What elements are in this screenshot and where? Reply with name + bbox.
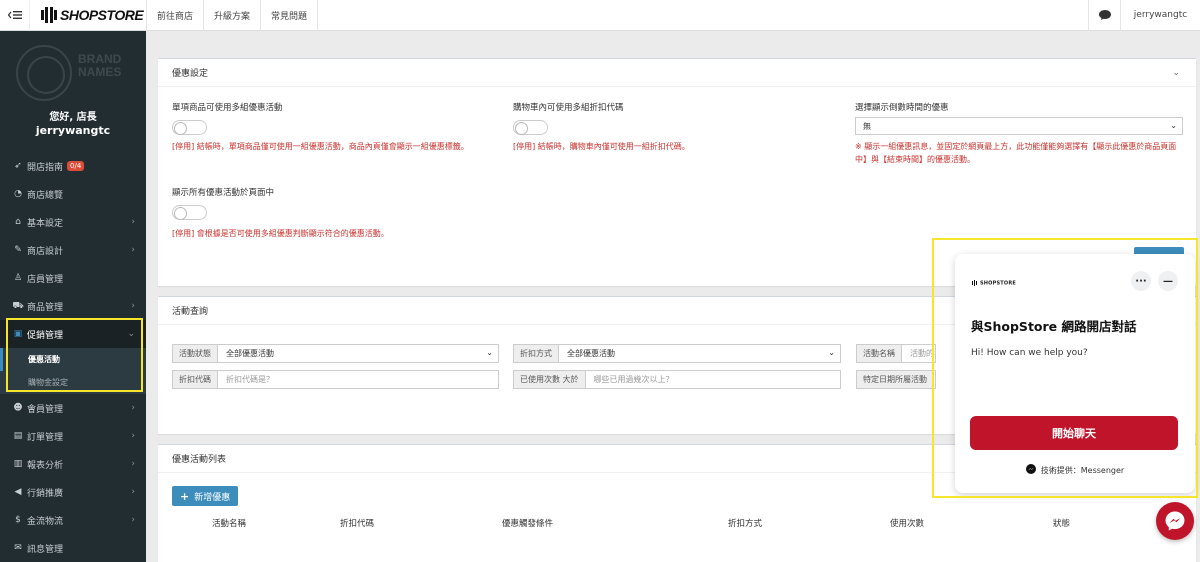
column-header-method[interactable]: 折扣方式 [728,517,762,529]
chevron-down-icon[interactable]: ⌄ [1172,68,1180,78]
activity-name-input[interactable]: 活動名稱 活動的名稱 [856,344,936,363]
discount-method-select[interactable]: 折扣方式 全部優惠活動 ⌄ [513,344,841,363]
order-icon: ▤ [13,431,23,441]
chevron-right-icon: › [131,301,135,311]
promo-settings-panel: 優惠設定 ⌄ [158,58,1196,286]
column-header-status[interactable]: 狀態 [1053,517,1070,529]
sidebar-item-promotions[interactable]: ▣ 促銷管理 ⌄ [0,320,146,348]
countdown-select[interactable]: 無 ⌄ [855,117,1183,135]
dashboard-icon: ◔ [14,189,22,199]
chevron-right-icon: › [131,217,135,227]
top-user-menu[interactable]: jerrywangtc [1120,0,1200,31]
sidebar-item-members[interactable]: ☻ 會員管理 › [0,394,146,422]
multi-promo-note: [停用] 結帳時，單項商品僅可使用一組優惠活動，商品內頁僅會顯示一組優惠標籤。 [172,142,469,151]
activity-status-select[interactable]: 活動狀態 全部優惠活動 ⌄ [172,344,499,363]
sidebar-username: jerrywangtc [35,124,111,137]
comment-icon[interactable] [1088,0,1120,31]
menu-collapse-icon[interactable] [0,0,30,31]
chat-title: 與ShopStore 網路開店對話 [971,319,1137,334]
chevron-down-icon: ⌄ [1170,121,1177,130]
bank-icon: ⌂ [15,217,21,227]
chevron-down-icon: ⌄ [828,348,835,357]
gift-icon: ▣ [13,329,23,339]
sidebar-item-payment-logistics[interactable]: $ 金流物流 › [0,506,146,534]
chevron-down-icon: ⌄ [127,329,135,339]
chat-brand-logo: SHOPSTORE [972,280,1016,287]
top-navbar: SHOPSTORE 前往商店 升級方案 常見問題 jerrywangtc [0,0,1200,31]
messenger-icon [1025,464,1036,476]
chevron-right-icon: › [131,245,135,255]
sidebar-subitem-promotions[interactable]: 優惠活動 [0,348,146,371]
sidebar-greeting: 您好, 店長 [49,112,97,123]
show-all-note: [停用] 會根據是否可使用多組優惠判斷顯示符合的優惠活動。 [172,229,389,238]
plus-icon: + [180,489,190,503]
chevron-right-icon: › [131,459,135,469]
sidebar-item-overview[interactable]: ◔ 商店總覽 [0,180,146,208]
chevron-right-icon: › [131,515,135,525]
minimize-icon[interactable]: — [1158,271,1178,291]
users-icon: ☻ [13,403,23,413]
start-chat-button[interactable]: 開始聊天 [970,416,1178,450]
column-header-trigger[interactable]: 優惠觸發條件 [502,517,553,529]
progress-badge: 0/4 [67,161,85,171]
used-count-input[interactable]: 已使用次數 大於 哪些已用過幾次以上？ [513,370,841,389]
shopstore-logo-mark-icon [40,6,58,24]
more-options-icon[interactable]: ··· [1131,271,1151,291]
multi-code-label: 購物車內可使用多組折扣代碼 [513,103,624,113]
countdown-label: 選擇顯示倒數時間的優惠 [855,103,949,113]
multi-code-toggle[interactable] [513,120,548,135]
dollar-icon: $ [15,515,21,525]
date-filter-input[interactable]: 特定日期所屬活動 年 [856,370,936,389]
multi-promo-label: 單項商品可使用多組優惠活動 [172,103,283,113]
logo-text: SHOPSTORE [60,7,144,23]
add-promo-button[interactable]: + 新增優惠 [172,486,239,506]
cart-icon: ⛟ [12,300,24,311]
nav-go-to-store[interactable]: 前往商店 [147,0,205,31]
sidebar-item-staff[interactable]: ♙ 店員管理 [0,264,146,292]
chevron-right-icon: › [131,431,135,441]
brand-logo-text: BRAND NAMES [78,52,122,79]
sidebar-item-store-guide[interactable]: ➶ 開店指南 0/4 [0,152,146,180]
countdown-note: ※ 顯示一組優惠訊息，並固定於網頁最上方，此功能僅能夠選擇有【顯示此優惠於商品頁… [855,142,1177,164]
messenger-chat-widget: SHOPSTORE ··· — 與ShopStore 網路開店對話 Hi! Ho… [955,254,1195,493]
multi-promo-toggle[interactable] [172,120,207,135]
sidebar-item-orders[interactable]: ▤ 訂單管理 › [0,422,146,450]
comments-icon: ✉ [14,543,22,553]
chevron-right-icon: › [131,487,135,497]
messenger-fab-icon[interactable] [1156,502,1194,540]
sidebar: BRAND NAMES 您好, 店長 jerrywangtc ➶ 開店指南 0/4… [0,31,146,562]
rocket-icon: ➶ [14,161,22,171]
powered-by-messenger: 技術提供：Messenger [955,464,1195,476]
column-header-usage[interactable]: 使用次數 [890,517,924,529]
multi-code-note: [停用] 結帳時，購物車內僅可使用一組折扣代碼。 [513,142,690,151]
column-header-name[interactable]: 活動名稱 [212,517,246,529]
chat-greeting: Hi! How can we help you? [971,348,1088,358]
bullhorn-icon: ◀ [14,487,22,497]
column-header-code[interactable]: 折扣代碼 [340,517,374,529]
sidebar-item-products[interactable]: ⛟ 商品管理 › [0,292,146,320]
panel-title: 優惠設定 [158,59,1196,87]
sidebar-subitem-store-credit[interactable]: 購物金設定 [0,371,146,394]
bar-chart-icon: ▥ [13,459,23,469]
chevron-down-icon: ⌄ [486,348,493,357]
user-lock-icon: ♙ [13,273,23,283]
sidebar-item-basic-settings[interactable]: ⌂ 基本設定 › [0,208,146,236]
chevron-right-icon: › [131,403,135,413]
sidebar-item-reports[interactable]: ▥ 報表分析 › [0,450,146,478]
sidebar-item-marketing[interactable]: ◀ 行銷推廣 › [0,478,146,506]
show-all-toggle[interactable] [172,205,207,220]
shopstore-logo[interactable]: SHOPSTORE [30,0,147,31]
discount-code-input[interactable]: 折扣代碼 折扣代碼是？ [172,370,499,389]
nav-faq[interactable]: 常見問題 [261,0,319,31]
sidebar-item-messages[interactable]: ✉ 訊息管理 [0,534,146,562]
sidebar-item-store-design[interactable]: ✎ 商店設計 › [0,236,146,264]
magic-wand-icon: ✎ [14,245,22,255]
nav-upgrade-plan[interactable]: 升級方案 [204,0,262,31]
show-all-label: 顯示所有優惠活動於頁面中 [172,188,275,198]
brand-logo-icon [16,45,72,101]
